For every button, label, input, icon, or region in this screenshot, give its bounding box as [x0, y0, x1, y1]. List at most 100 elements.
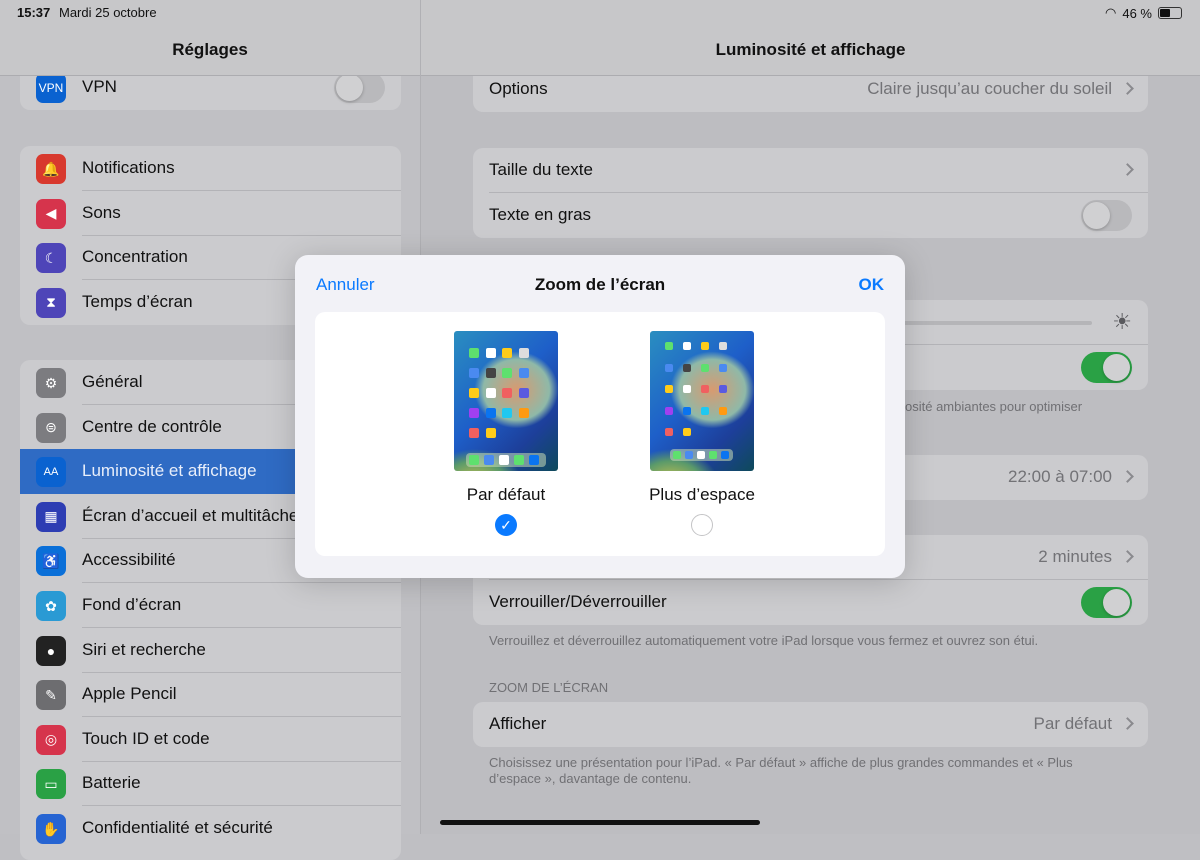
sidebar-title: Réglages	[172, 40, 248, 59]
dock	[466, 453, 546, 467]
app-icon	[502, 408, 512, 418]
zoom-option-label[interactable]: Plus d’espace	[602, 485, 802, 505]
checkmark-icon[interactable]: ✓	[495, 514, 517, 536]
battery-icon	[1158, 7, 1182, 19]
chevron-right-icon	[1121, 163, 1134, 176]
sidebar-item-label: Accessibilité	[82, 550, 176, 570]
ok-button[interactable]: OK	[859, 275, 885, 295]
sidebar-item-label: Centre de contrôle	[82, 416, 222, 436]
grid-icon: ▦	[36, 501, 66, 532]
accessibility-icon: ♿	[36, 546, 66, 577]
display-zoom-row[interactable]: Afficher Par défaut	[473, 702, 1148, 747]
app-icon	[469, 368, 479, 378]
sidebar-item-touch-id-et-code[interactable]: ◎ Touch ID et code	[20, 717, 401, 762]
sidebar-item-label: Temps d’écran	[82, 291, 193, 311]
sidebar-item-label: Écran d’accueil et multitâche	[82, 505, 299, 525]
app-icon	[719, 385, 727, 393]
app-icon	[469, 348, 479, 358]
switches-icon: ⊜	[36, 412, 66, 443]
app-icon	[469, 428, 479, 438]
sidebar-item-fond-d-écran[interactable]: ✿ Fond d’écran	[20, 583, 401, 628]
lock-unlock-toggle[interactable]	[1081, 587, 1132, 618]
app-icon	[469, 408, 479, 418]
chevron-right-icon	[1121, 82, 1134, 95]
lock-unlock-label: Verrouiller/Déverrouiller	[489, 592, 667, 611]
sidebar-item-sons[interactable]: ◀ Sons	[20, 191, 401, 236]
true-tone-toggle[interactable]	[1081, 352, 1132, 383]
text-size-row[interactable]: Taille du texte	[473, 148, 1148, 193]
autolock-value: 2 minutes	[1038, 547, 1112, 566]
gear-icon: ⚙	[36, 368, 66, 398]
sidebar-item-label: Siri et recherche	[82, 639, 206, 659]
vpn-toggle[interactable]	[334, 72, 385, 103]
zoom-option-label[interactable]: Par défaut	[406, 485, 606, 505]
bell-icon: 🔔	[36, 154, 66, 184]
app-icon	[701, 342, 709, 350]
sidebar-item-confidentialité-et-sécurité[interactable]: ✋ Confidentialité et sécurité	[20, 806, 401, 851]
bold-text-toggle[interactable]	[1081, 200, 1132, 231]
app-icon	[665, 342, 673, 350]
flower-icon: ✿	[36, 591, 66, 621]
sidebar-item-siri-et-recherche[interactable]: ● Siri et recherche	[20, 628, 401, 673]
sidebar-item-label: Confidentialité et sécurité	[82, 818, 273, 837]
app-icon	[665, 428, 673, 436]
app-icon	[701, 385, 709, 393]
dialog-title: Zoom de l’écran	[534, 275, 666, 294]
hand-icon: ✋	[36, 814, 66, 844]
sidebar-item-batterie[interactable]: ▭ Batterie	[20, 761, 401, 807]
display-zoom-dialog: Annuler Zoom de l’écran OK Par défaut ✓ Pl…	[295, 255, 905, 578]
sidebar-header: 15:37 Mardi 25 octobre Réglages	[0, 0, 420, 76]
sidebar-item-label: Luminosité et affichage	[82, 461, 257, 481]
sidebar-item-label: Général	[82, 372, 143, 391]
chevron-right-icon	[1121, 470, 1134, 483]
chevron-right-icon	[1121, 717, 1134, 730]
zoom-section-header: ZOOM DE L’ÉCRAN	[489, 680, 609, 695]
app-icon	[683, 406, 691, 415]
moon-icon: ☾	[36, 243, 66, 274]
app-icon	[485, 428, 496, 438]
app-icon	[683, 385, 691, 393]
lock-unlock-row: Verrouiller/Déverrouiller	[473, 580, 1148, 625]
display-footer-2: d’espace », davantage de contenu.	[489, 771, 692, 786]
app-icon	[485, 408, 496, 418]
text-card: Taille du texte Texte en gras	[473, 148, 1148, 238]
app-icon	[665, 363, 673, 372]
battery-icon: ▭	[36, 769, 66, 800]
app-icon	[701, 406, 709, 415]
options-value: Claire jusqu’au coucher du soleil	[867, 79, 1112, 98]
dock	[670, 449, 733, 461]
app-icon	[719, 406, 727, 415]
sidebar-item-label: VPN	[82, 77, 117, 96]
pencil-icon: ✎	[36, 680, 66, 711]
sidebar-item-label: Concentration	[82, 247, 188, 267]
app-icon	[683, 342, 691, 350]
app-icon	[719, 342, 727, 350]
sidebar-item-notifications[interactable]: 🔔 Notifications	[20, 146, 401, 191]
app-icon	[719, 363, 727, 372]
display-zoom-card: Afficher Par défaut	[473, 702, 1148, 747]
display-zoom-label: Afficher	[489, 714, 547, 733]
app-icon	[683, 363, 691, 372]
radio-empty-icon[interactable]	[691, 514, 713, 536]
app-icon	[502, 348, 512, 358]
wifi-icon: ◠	[1105, 5, 1117, 20]
sidebar-item-apple-pencil[interactable]: ✎ Apple Pencil	[20, 672, 401, 718]
app-icon	[469, 388, 479, 398]
sidebar-item-label: Batterie	[82, 773, 141, 793]
siri-icon: ●	[36, 635, 66, 666]
app-icon	[485, 348, 496, 358]
app-icon	[665, 385, 673, 393]
zoom-options-panel: Par défaut ✓ Plus d’espace	[315, 312, 885, 556]
app-icon	[502, 368, 512, 378]
zoom-preview-default[interactable]	[454, 331, 558, 471]
sidebar-item-label: Sons	[82, 202, 121, 222]
status-right: ◠ 46 %	[1105, 5, 1182, 21]
bold-text-row: Texte en gras	[473, 193, 1148, 238]
brightness-footer: osité ambiantes pour optimiser	[905, 399, 1083, 414]
home-indicator[interactable]	[440, 820, 760, 825]
chevron-right-icon	[1121, 550, 1134, 563]
night-shift-value: 22:00 à 07:00	[1008, 467, 1112, 486]
sidebar-item-label: Notifications	[82, 158, 175, 177]
app-icon	[485, 388, 496, 398]
zoom-preview-more-space[interactable]	[650, 331, 754, 471]
